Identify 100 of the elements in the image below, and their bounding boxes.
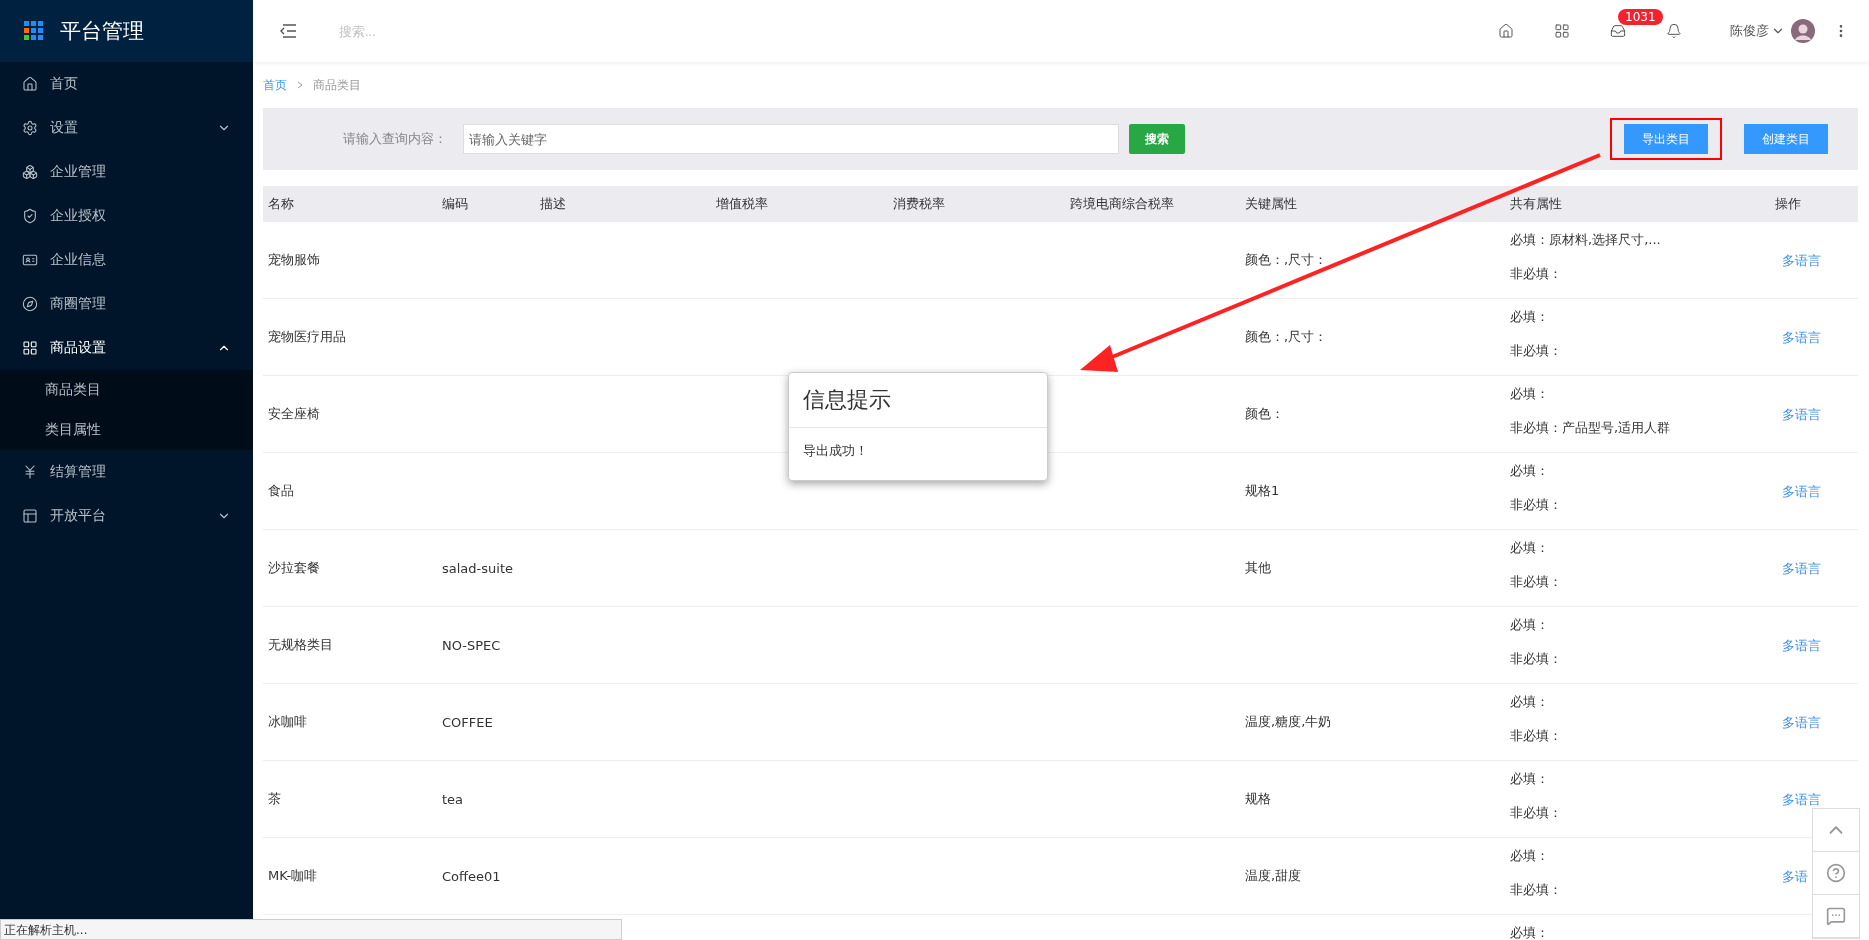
multilanguage-link[interactable]: 多语言 <box>1770 253 1821 268</box>
table-cell-text: 无规格类目 <box>267 636 334 654</box>
yen-icon <box>22 464 38 480</box>
table-cell-text: NO-SPEC <box>441 637 502 653</box>
required-attributes: 必填： <box>1510 616 1550 634</box>
compass-icon <box>22 296 38 312</box>
grid-icon <box>22 340 38 356</box>
multilanguage-link[interactable]: 多语言 <box>1770 561 1821 576</box>
table-cell-text: 颜色：,尺寸： <box>1244 251 1329 269</box>
optional-attributes: 非必填：产品型号,适用人群 <box>1510 419 1672 437</box>
menu-item[interactable]: 商品设置 <box>0 326 253 370</box>
column-header: 关键属性 <box>1244 195 1298 213</box>
user-menu[interactable]: 陈俊彦 <box>1730 22 1785 40</box>
column-header: 跨境电商综合税率 <box>1069 195 1175 213</box>
table-cell-text: Coffee01 <box>441 868 502 884</box>
multilanguage-link[interactable]: 多语言 <box>1770 638 1821 653</box>
breadcrumb-current: 商品类目 <box>313 76 361 94</box>
chat-icon[interactable] <box>1826 906 1846 926</box>
menu-item[interactable]: 开放平台 <box>0 494 253 538</box>
table-cell-text: 温度,糖度,牛奶 <box>1244 713 1333 731</box>
column-header: 共有属性 <box>1509 195 1563 213</box>
submenu-item[interactable]: 商品类目 <box>0 370 253 410</box>
multilanguage-link[interactable]: 多语言 <box>1770 715 1821 730</box>
table-cell-text: 宠物医疗用品 <box>267 328 347 346</box>
table-cell-text: tea <box>441 791 465 807</box>
breadcrumb-link[interactable]: 首页 <box>263 76 287 94</box>
home-icon[interactable] <box>1498 23 1514 39</box>
table-cell-text: 沙拉套餐 <box>267 559 321 577</box>
required-attributes: 必填： <box>1510 462 1550 480</box>
optional-attributes: 非必填： <box>1510 342 1563 360</box>
menu-item[interactable]: 设置 <box>0 106 253 150</box>
required-attributes: 必填： <box>1510 308 1550 326</box>
app-title: 平台管理 <box>60 18 144 45</box>
column-header: 名称 <box>267 195 295 213</box>
table-cell-text: 规格1 <box>1244 482 1281 500</box>
menu-item[interactable]: 首页 <box>0 62 253 106</box>
required-attributes: 必填： <box>1510 385 1550 403</box>
table-cell-text: 茶 <box>267 790 282 808</box>
required-attributes: 必填： <box>1510 924 1550 940</box>
dialog-title: 信息提示 <box>789 373 1047 428</box>
logo-icon <box>24 21 44 41</box>
optional-attributes: 非必填： <box>1510 650 1563 668</box>
table-cell-text: salad-suite <box>441 560 514 576</box>
table-cell-text: 颜色： <box>1244 405 1285 423</box>
blocks-icon <box>22 164 38 180</box>
filter-label: 请输入查询内容： <box>343 130 447 148</box>
column-header: 描述 <box>539 195 567 213</box>
menu-item[interactable]: 企业管理 <box>0 150 253 194</box>
column-header: 消费税率 <box>892 195 946 213</box>
table-cell-text: 颜色：,尺寸： <box>1244 328 1329 346</box>
avatar[interactable] <box>1791 19 1815 43</box>
multilanguage-link[interactable]: 多语言 <box>1770 407 1821 422</box>
optional-attributes: 非必填： <box>1510 881 1563 899</box>
menu-item[interactable]: 企业信息 <box>0 238 253 282</box>
menu-item[interactable]: 商圈管理 <box>0 282 253 326</box>
table-cell-text: MK-咖啡 <box>267 867 319 885</box>
multilanguage-link[interactable]: 多语 <box>1770 869 1808 884</box>
notification-badge: 1031 <box>1618 9 1663 25</box>
required-attributes: 必填： <box>1510 539 1550 557</box>
search-button[interactable]: 搜索 <box>1129 124 1185 154</box>
home-icon <box>22 76 38 92</box>
optional-attributes: 非必填： <box>1510 496 1563 514</box>
submenu-item[interactable]: 类目属性 <box>0 410 253 450</box>
action-button[interactable]: 导出类目 <box>1624 124 1708 154</box>
required-attributes: 必填： <box>1510 693 1550 711</box>
shield-icon <box>22 208 38 224</box>
grid-icon[interactable] <box>1554 23 1570 39</box>
optional-attributes: 非必填： <box>1510 804 1563 822</box>
menu-item[interactable]: 结算管理 <box>0 450 253 494</box>
multilanguage-link[interactable]: 多语言 <box>1770 792 1821 807</box>
table-cell-text: 冰咖啡 <box>267 713 308 731</box>
panel-icon <box>22 508 38 524</box>
table-cell-text: 安全座椅 <box>267 405 321 423</box>
multilanguage-link[interactable]: 多语言 <box>1770 484 1821 499</box>
table-cell-text: 其他 <box>1244 559 1272 577</box>
column-header: 增值税率 <box>715 195 769 213</box>
multilanguage-link[interactable]: 多语言 <box>1770 330 1821 345</box>
optional-attributes: 非必填： <box>1510 265 1563 283</box>
table-cell-text: 温度,甜度 <box>1244 867 1303 885</box>
keyword-field[interactable]: 请输入关键字 <box>463 124 1119 154</box>
table-cell-text: 宠物服饰 <box>267 251 321 269</box>
inbox-icon[interactable] <box>1610 23 1626 39</box>
menu-toggle-icon[interactable] <box>279 24 297 38</box>
table-cell-text: COFFEE <box>441 714 494 730</box>
table-cell-text: 食品 <box>267 482 295 500</box>
settings-icon <box>22 120 38 136</box>
column-header: 操作 <box>1774 195 1802 213</box>
required-attributes: 必填： <box>1510 847 1550 865</box>
table-cell-text: 规格 <box>1244 790 1272 808</box>
help-icon[interactable] <box>1826 863 1846 883</box>
breadcrumb-separator-icon <box>297 81 303 89</box>
bell-icon[interactable] <box>1666 23 1682 39</box>
status-bar: 正在解析主机... <box>0 919 622 940</box>
required-attributes: 必填： <box>1510 770 1550 788</box>
optional-attributes: 非必填： <box>1510 573 1563 591</box>
dialog-message: 导出成功！ <box>802 442 869 460</box>
required-attributes: 必填：原材料,选择尺寸,... <box>1510 231 1662 249</box>
action-button[interactable]: 创建类目 <box>1744 124 1828 154</box>
menu-item[interactable]: 企业授权 <box>0 194 253 238</box>
optional-attributes: 非必填： <box>1510 727 1563 745</box>
